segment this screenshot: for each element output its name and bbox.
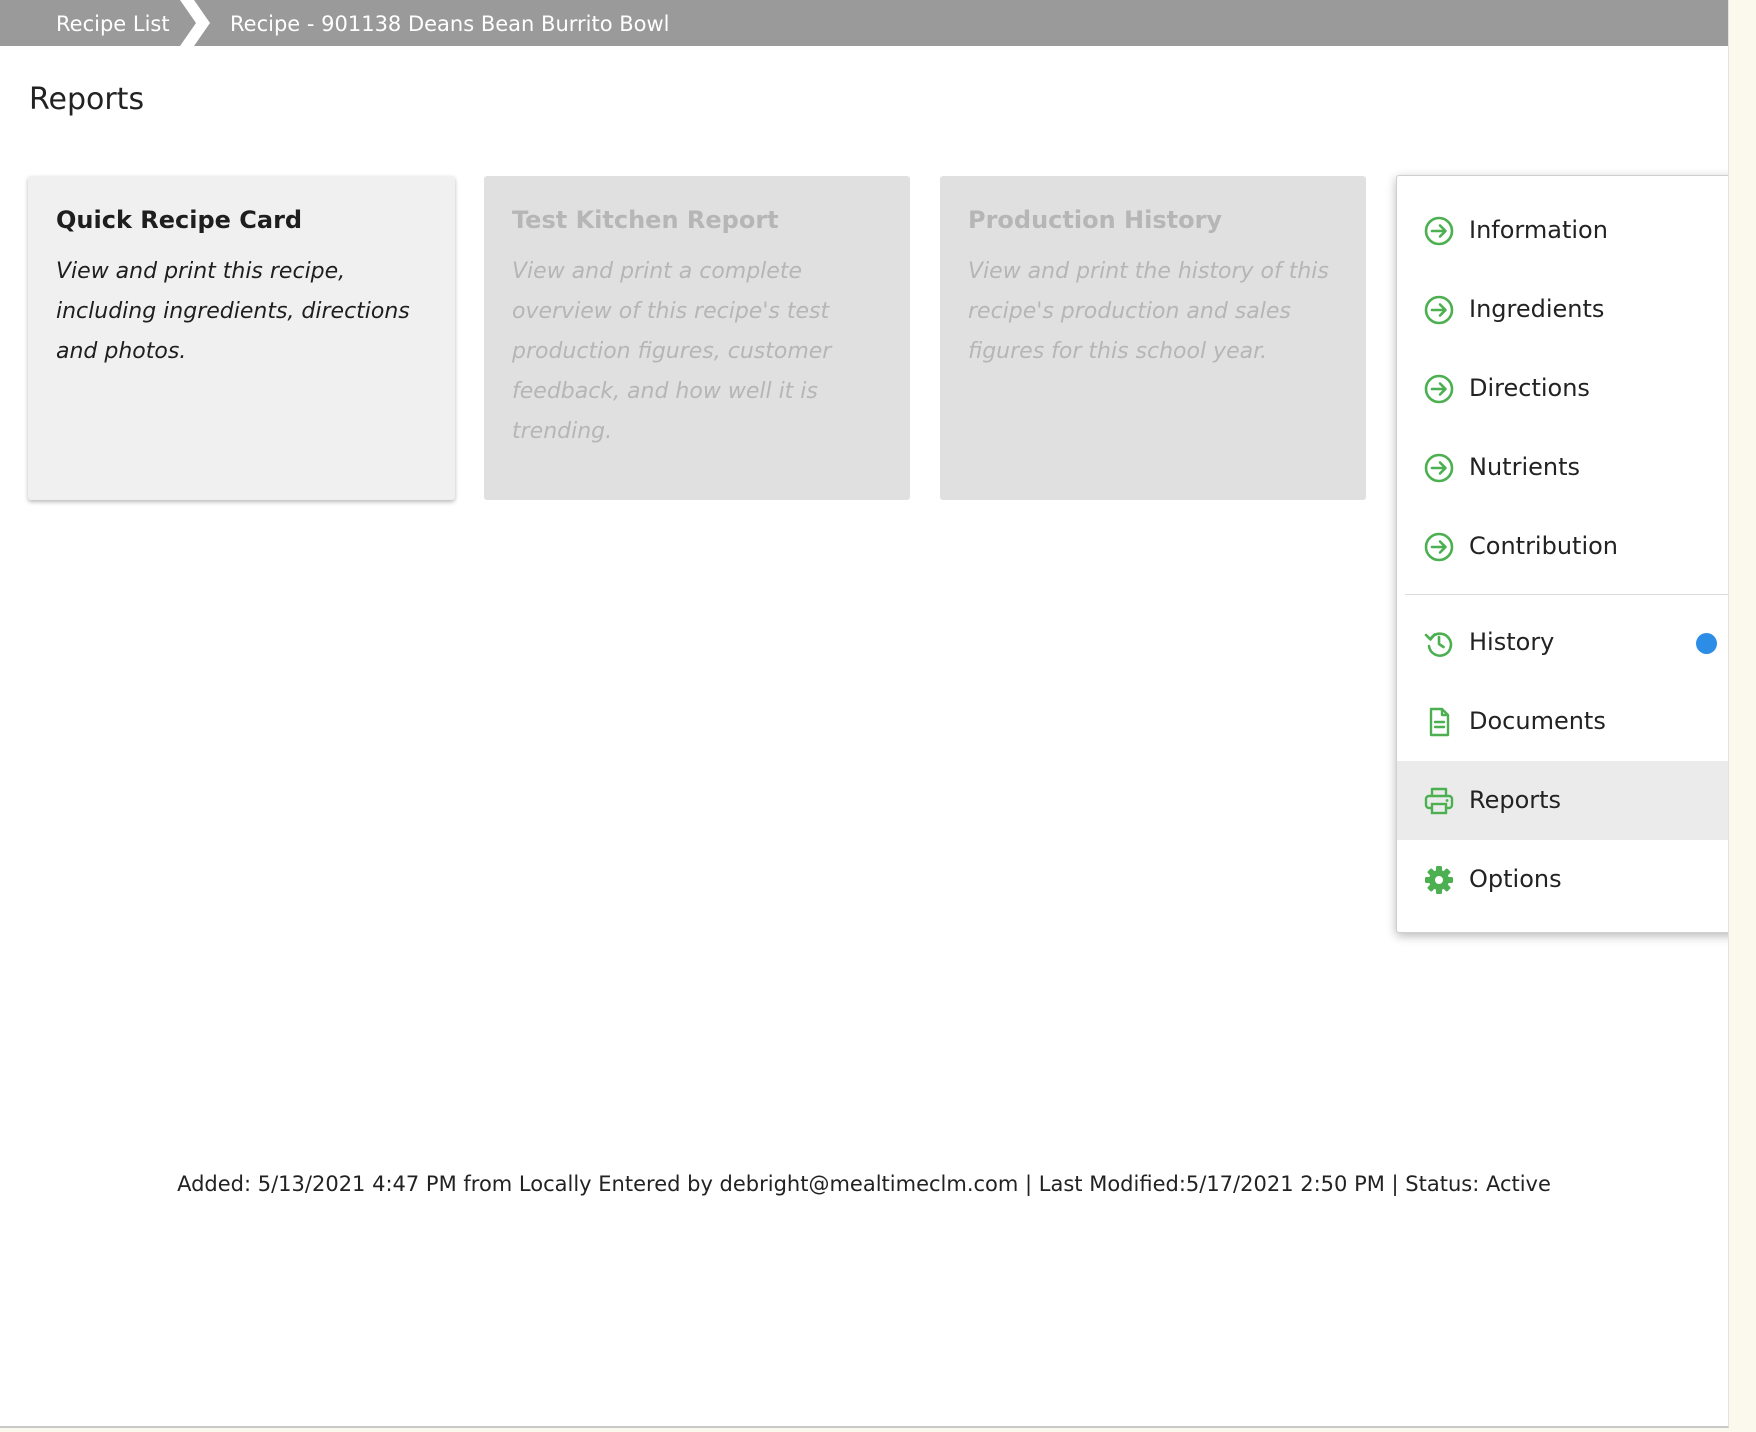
menu-item-options[interactable]: Options (1397, 840, 1728, 919)
breadcrumb-current-recipe: Recipe - 901138 Deans Bean Burrito Bowl (230, 12, 670, 36)
menu-item-ingredients[interactable]: Ingredients (1397, 270, 1728, 349)
menu-item-label: Directions (1469, 374, 1590, 402)
chevron-right-icon (180, 0, 210, 46)
menu-item-information[interactable]: Information (1397, 191, 1728, 270)
menu-item-contribution[interactable]: Contribution (1397, 507, 1728, 586)
document-icon (1429, 707, 1450, 737)
menu-item-reports[interactable]: Reports (1397, 761, 1728, 840)
menu-item-nutrients[interactable]: Nutrients (1397, 428, 1728, 507)
recipe-section-menu: Information Ingredients Directions Nutri… (1396, 175, 1728, 933)
production-history-card: Production History View and print the hi… (940, 176, 1366, 500)
page-title: Reports (29, 82, 145, 117)
arrow-circle-right-icon (1424, 374, 1454, 404)
menu-item-history[interactable]: History (1397, 603, 1728, 682)
card-description: View and print the history of this recip… (968, 259, 1329, 364)
menu-item-label: Documents (1469, 707, 1606, 735)
card-title: Test Kitchen Report (512, 206, 779, 234)
menu-item-label: History (1469, 628, 1555, 656)
arrow-circle-right-icon (1424, 532, 1454, 562)
history-icon (1424, 632, 1453, 657)
menu-item-directions[interactable]: Directions (1397, 349, 1728, 428)
menu-item-label: Reports (1469, 786, 1562, 814)
breadcrumb-recipe-list[interactable]: Recipe List (56, 0, 170, 46)
recipe-page: Recipe List Recipe - 901138 Deans Bean B… (0, 0, 1729, 1428)
arrow-circle-right-icon (1424, 295, 1454, 325)
record-audit-footer: Added: 5/13/2021 4:47 PM from Locally En… (177, 1172, 1551, 1196)
card-description: View and print this recipe, including in… (56, 259, 410, 364)
card-title: Production History (968, 206, 1223, 234)
menu-item-label: Information (1469, 216, 1608, 244)
menu-item-label: Contribution (1469, 532, 1619, 560)
breadcrumb: Recipe List Recipe - 901138 Deans Bean B… (0, 0, 1728, 46)
menu-item-label: Ingredients (1469, 295, 1605, 323)
printer-icon (1424, 787, 1454, 815)
menu-item-documents[interactable]: Documents (1397, 682, 1728, 761)
quick-recipe-card[interactable]: Quick Recipe Card View and print this re… (28, 176, 455, 500)
card-title: Quick Recipe Card (56, 206, 303, 234)
menu-item-label: Options (1469, 865, 1562, 893)
menu-divider (1405, 594, 1728, 595)
arrow-circle-right-icon (1424, 453, 1454, 483)
test-kitchen-report-card: Test Kitchen Report View and print a com… (484, 176, 910, 500)
gear-icon (1425, 866, 1453, 894)
menu-item-label: Nutrients (1469, 453, 1580, 481)
arrow-circle-right-icon (1424, 216, 1454, 246)
notification-badge (1696, 633, 1717, 654)
card-description: View and print a complete overview of th… (512, 259, 832, 444)
